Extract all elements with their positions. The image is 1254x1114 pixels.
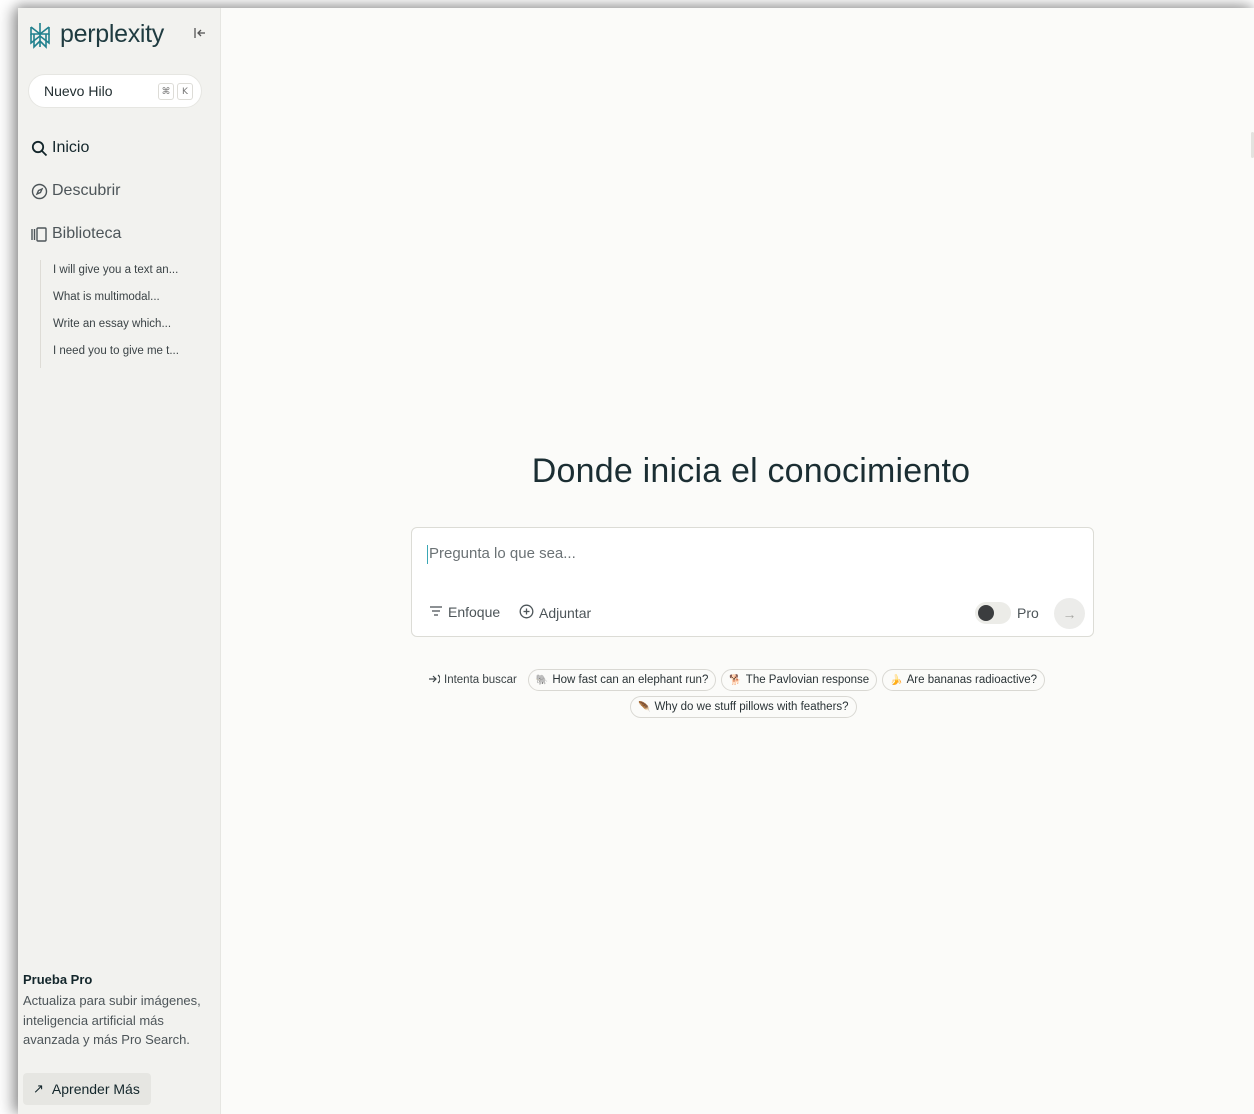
- sidebar-item-label: Biblioteca: [52, 225, 122, 242]
- library-icon: [30, 225, 48, 243]
- learn-more-button[interactable]: ↗ Aprender Más: [23, 1073, 151, 1105]
- shortcut-key-k: K: [177, 83, 193, 100]
- collapse-sidebar-button[interactable]: [193, 26, 209, 42]
- attach-button[interactable]: Adjuntar: [519, 604, 591, 622]
- suggestion-chip[interactable]: 🐘 How fast can an elephant run?: [527, 669, 717, 691]
- thread-item[interactable]: I will give you a text an...: [53, 260, 179, 287]
- pro-promo: Prueba Pro Actualiza para subir imágenes…: [23, 972, 208, 1050]
- sidebar-item-label: Descubrir: [52, 182, 121, 199]
- focus-button[interactable]: Enfoque: [429, 604, 500, 620]
- promo-text: Actualiza para subir imágenes, inteligen…: [23, 993, 201, 1047]
- page-title: Donde inicia el conocimiento: [531, 452, 971, 490]
- focus-label: Enfoque: [448, 604, 501, 620]
- pro-toggle[interactable]: [975, 602, 1011, 624]
- sidebar: perplexity Nuevo Hilo ⌘ K Inicio Descubr…: [18, 8, 221, 1114]
- thread-list: I will give you a text an... What is mul…: [40, 260, 179, 368]
- thread-item[interactable]: I need you to give me t...: [53, 341, 179, 368]
- elephant-icon: 🐘: [535, 674, 549, 686]
- shortcut-key-cmd: ⌘: [158, 83, 174, 100]
- sidebar-item-descubrir[interactable]: Descubrir: [30, 182, 120, 200]
- new-thread-label: Nuevo Hilo: [44, 83, 113, 99]
- suggestion-text: Why do we stuff pillows with feathers?: [654, 701, 849, 713]
- promo-title: Prueba Pro: [23, 972, 93, 987]
- submit-button[interactable]: →: [1054, 598, 1085, 629]
- arrow-in-icon: [428, 673, 441, 688]
- logo-text: perplexity: [60, 20, 164, 48]
- logo[interactable]: perplexity: [26, 20, 164, 49]
- search-icon: [30, 139, 48, 157]
- sidebar-item-label: Inicio: [52, 139, 90, 156]
- perplexity-logo-icon: [30, 22, 50, 49]
- text-cursor: [427, 545, 428, 564]
- thread-item[interactable]: Write an essay which...: [53, 314, 179, 341]
- dog-icon: 🐕: [729, 674, 742, 686]
- sidebar-item-biblioteca[interactable]: Biblioteca: [30, 225, 121, 243]
- arrow-right-icon: →: [1062, 605, 1077, 622]
- suggestions-row: Intenta buscar 🐘 How fast can an elephan…: [428, 669, 1046, 691]
- toggle-knob: [978, 605, 994, 621]
- new-thread-button[interactable]: Nuevo Hilo ⌘ K: [28, 74, 202, 108]
- sidebar-item-inicio[interactable]: Inicio: [30, 139, 89, 157]
- thread-item[interactable]: What is multimodal...: [53, 287, 179, 314]
- arrow-up-right-icon: ↗: [33, 1081, 44, 1096]
- collapse-left-icon: [194, 28, 205, 38]
- try-search-label: Intenta buscar: [428, 673, 517, 688]
- suggestion-chip[interactable]: 🪶 Why do we stuff pillows with feathers?: [630, 696, 857, 718]
- learn-more-label: Aprender Más: [51, 1081, 140, 1097]
- suggestion-text: The Pavlovian response: [745, 674, 870, 686]
- filter-icon: [429, 604, 443, 620]
- suggestions-row-2: 🪶 Why do we stuff pillows with feathers?: [630, 696, 857, 718]
- suggestion-chip[interactable]: 🍌 Are bananas radioactive?: [882, 669, 1046, 691]
- app-window: perplexity Nuevo Hilo ⌘ K Inicio Descubr…: [18, 8, 1254, 1114]
- compass-icon: [30, 182, 48, 200]
- pro-label: Pro: [1017, 605, 1039, 621]
- feather-icon: 🪶: [638, 701, 651, 713]
- search-input[interactable]: [427, 544, 1071, 563]
- try-search-text: Intenta buscar: [444, 674, 517, 686]
- shortcut-hint: ⌘ K: [158, 83, 193, 100]
- attach-label: Adjuntar: [539, 605, 592, 621]
- suggestion-text: Are bananas radioactive?: [906, 674, 1038, 686]
- search-box: Enfoque Adjuntar Pro →: [411, 527, 1094, 637]
- plus-circle-icon: [519, 604, 534, 622]
- suggestion-text: How fast can an elephant run?: [552, 674, 709, 686]
- suggestion-chip[interactable]: 🐕 The Pavlovian response: [721, 669, 878, 691]
- banana-icon: 🍌: [890, 674, 903, 686]
